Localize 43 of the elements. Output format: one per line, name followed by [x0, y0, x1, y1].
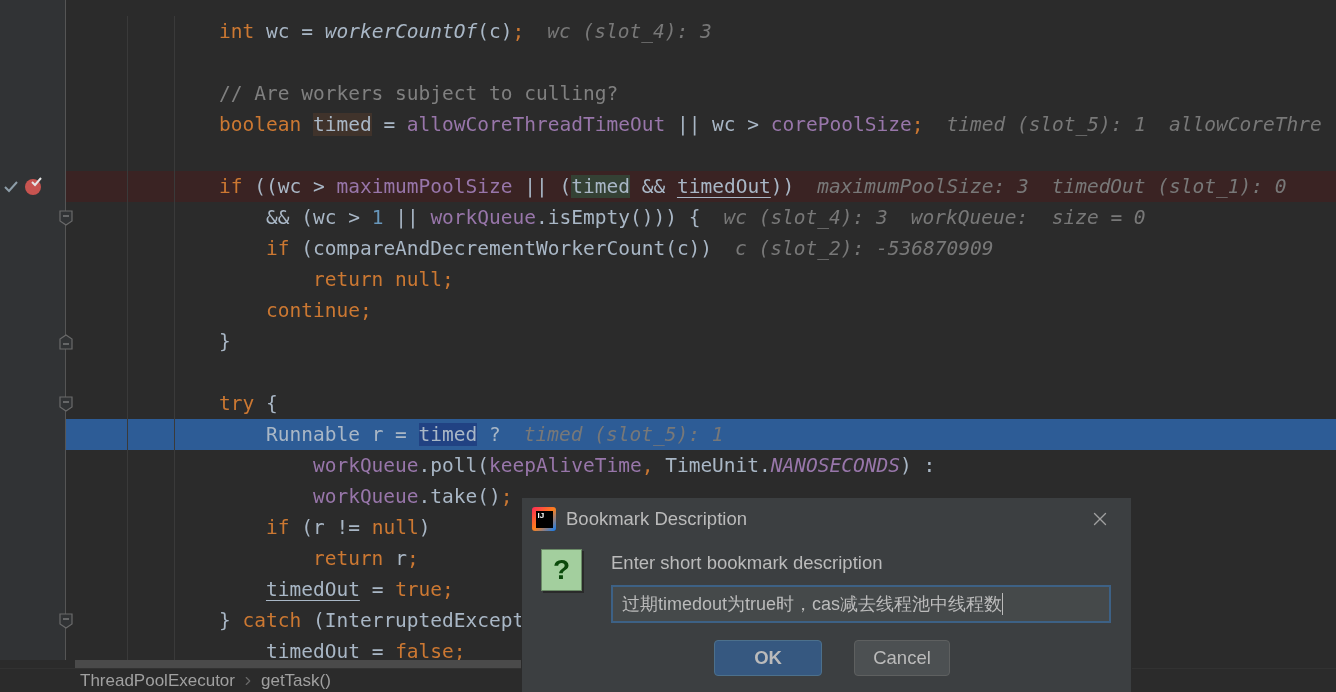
horizontal-scrollbar[interactable] [75, 660, 521, 668]
check-icon [4, 181, 18, 193]
breadcrumb-item[interactable]: ThreadPoolExecutor [80, 667, 235, 692]
code-text: if (compareAndDecrementWorkerCount(c)) [264, 235, 713, 262]
code-text: workQueue.take(); [311, 483, 513, 510]
inline-value-hint: timedOut (slot_1): 0 [1051, 173, 1287, 200]
fold-marker-icon[interactable] [59, 613, 73, 629]
code-text: continue; [264, 297, 372, 324]
inline-value-hint: timed (slot_5): 1 [946, 111, 1147, 138]
dialog-title: Bookmark Description [566, 507, 747, 532]
breadcrumb-item[interactable]: getTask() [261, 667, 331, 692]
code-text: workQueue.poll(keepAliveTime, TimeUnit.NANOSECONDS) : [311, 452, 936, 479]
code-text: } catch (InterruptedExcept [219, 607, 525, 634]
dialog-message: Enter short bookmark description [611, 551, 884, 575]
code-text: return null; [311, 266, 454, 293]
code-text: try { [219, 390, 278, 417]
code-text: // Are workers subject to culling? [219, 80, 619, 107]
fold-marker-icon[interactable] [59, 396, 73, 412]
question-icon: ? [541, 549, 582, 591]
inline-value-hint: allowCoreThre [1169, 111, 1322, 138]
inline-value-hint: wc (slot_4): 3 [723, 204, 888, 231]
code-text: timedOut = false; [264, 638, 466, 660]
code-text: && (wc > 1 || workQueue.isEmpty())) { [264, 204, 701, 231]
inline-value-hint: timed (slot_5): 1 [523, 421, 724, 448]
ok-button[interactable]: OK [714, 640, 822, 676]
inline-value-hint: wc (slot_4): 3 [547, 18, 712, 45]
code-text: int wc = workerCountOf(c); [219, 18, 525, 45]
code-text: timedOut = true; [264, 576, 454, 603]
inline-value-hint: c (slot_2): -536870909 [735, 235, 994, 262]
app-logo-icon: IJ [532, 507, 556, 531]
breakpoint-icon[interactable] [24, 176, 44, 196]
code-text: Runnable r = timed ? [264, 421, 501, 448]
fold-marker-icon[interactable] [59, 334, 73, 350]
code-text: } [219, 328, 231, 355]
fold-marker-icon[interactable] [59, 210, 73, 226]
code-text: if (r != null) [264, 514, 431, 541]
cancel-button[interactable]: Cancel [854, 640, 950, 676]
code-text: if ((wc > maximumPoolSize || (timed && timedOut)) [219, 173, 795, 200]
description-field[interactable]: 过期timedout为true时，cas减去线程池中线程数 [611, 585, 1111, 623]
inline-value-hint: maximumPoolSize: 3 [817, 173, 1029, 200]
code-text: return r; [311, 545, 419, 572]
code-text: boolean timed = allowCoreThreadTimeOut || wc > corePoolSize; [219, 111, 924, 138]
inline-value-hint: workQueue: size = 0 [910, 204, 1146, 231]
